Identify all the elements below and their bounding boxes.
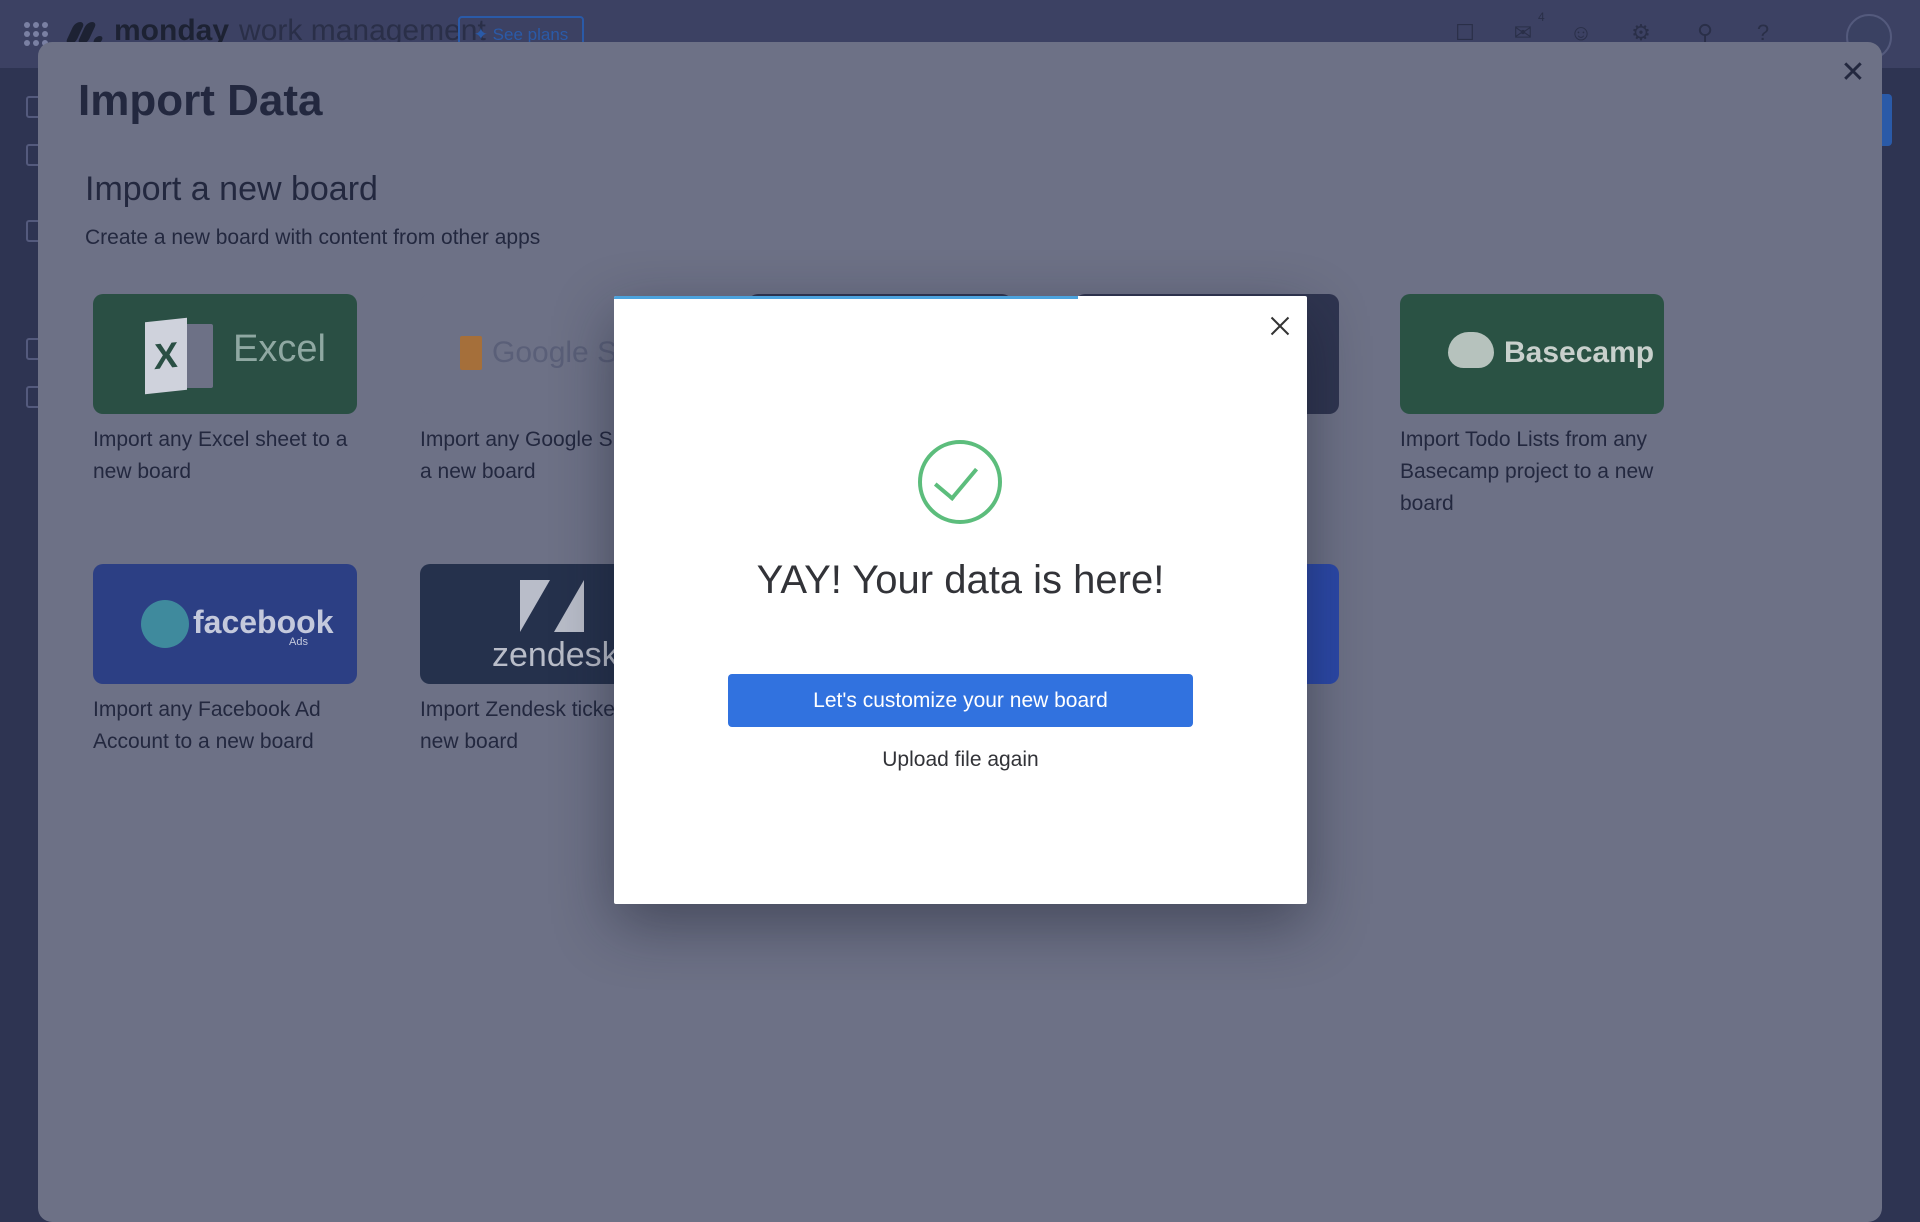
basecamp-import-card[interactable]: Basecamp [1400, 294, 1664, 414]
facebook-ads-icon [141, 600, 189, 648]
section-title: Import a new board [85, 170, 378, 208]
close-icon[interactable] [1266, 312, 1294, 340]
excel-logo-text: Excel [233, 328, 326, 370]
panel-title: Import Data [78, 76, 323, 125]
close-icon[interactable]: ✕ [1838, 58, 1868, 88]
basecamp-logo-icon [1448, 332, 1494, 368]
section-subtitle: Create a new board with content from oth… [85, 226, 541, 249]
basecamp-logo-text: Basecamp [1504, 336, 1655, 369]
facebook-ads-text: Ads [289, 636, 308, 648]
import-success-modal: YAY! Your data is here! Let's customize … [614, 296, 1307, 904]
excel-logo-icon: X [145, 317, 215, 395]
zendesk-logo-text: zendesk [492, 636, 619, 674]
customize-board-button[interactable]: Let's customize your new board [728, 674, 1193, 727]
inbox-badge: 4 [1538, 10, 1545, 24]
facebook-ads-import-card[interactable]: facebook Ads [93, 564, 357, 684]
upload-file-again-link[interactable]: Upload file again [614, 748, 1307, 772]
excel-import-card[interactable]: X Excel [93, 294, 357, 414]
modal-progress-bar [614, 296, 1079, 299]
zendesk-card-label: Import Zendesk ticke new board [420, 698, 615, 753]
google-sheets-card-label: Import any Google S a new board [420, 428, 613, 483]
modal-headline: YAY! Your data is here! [756, 558, 1165, 602]
apps-grid-icon[interactable] [24, 22, 48, 46]
monday-logo-icon [64, 18, 104, 44]
success-check-icon [918, 440, 1002, 524]
facebook-logo-text: facebook [193, 604, 334, 640]
google-sheets-icon [460, 336, 482, 370]
excel-card-label: Import any Excel sheet to a new board [93, 428, 348, 483]
basecamp-card-label: Import Todo Lists from any Basecamp proj… [1400, 428, 1654, 515]
zendesk-logo-icon [520, 580, 584, 632]
facebook-card-label: Import any Facebook Ad Account to a new … [93, 698, 321, 753]
